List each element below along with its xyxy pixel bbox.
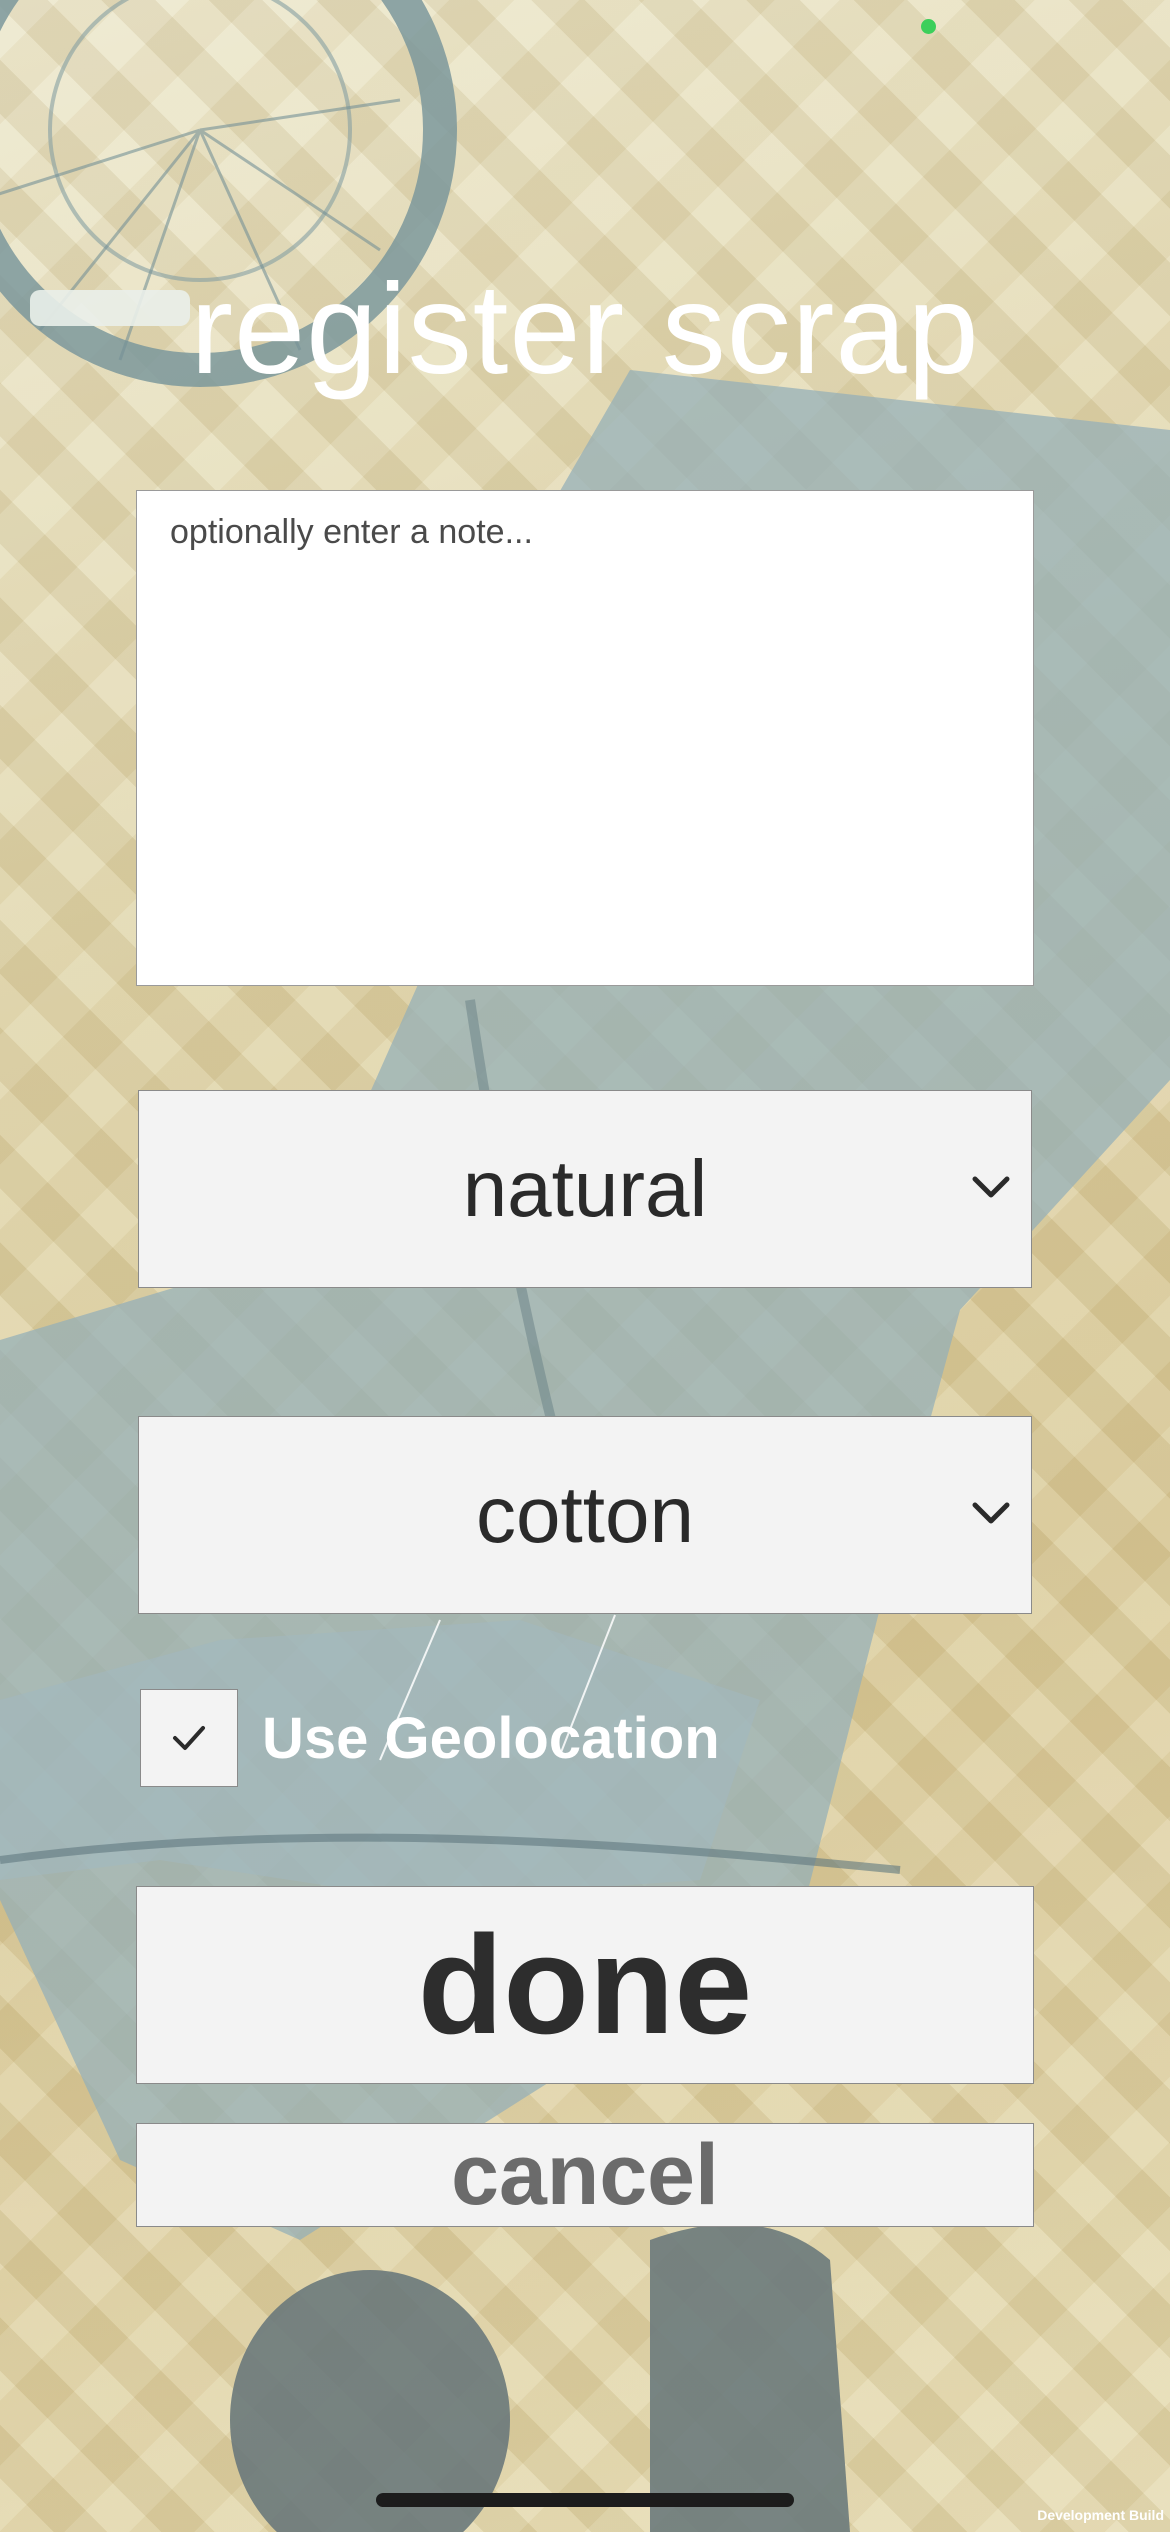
checkmark-icon [173,1726,205,1750]
home-indicator[interactable] [376,2493,794,2507]
note-input[interactable] [170,513,1000,963]
done-button[interactable]: done [136,1886,1034,2084]
note-field-container[interactable] [136,490,1034,986]
geolocation-label[interactable]: Use Geolocation [262,1705,720,1772]
geolocation-checkbox[interactable] [140,1689,238,1787]
scrap-type-dropdown[interactable]: natural [138,1090,1032,1288]
page-title: register scrap [190,258,980,401]
geolocation-row: Use Geolocation [140,1689,720,1787]
material-selected-value: cotton [476,1470,694,1559]
material-dropdown[interactable]: cotton [138,1416,1032,1614]
recording-indicator-dot [921,19,936,34]
cancel-button[interactable]: cancel [136,2123,1034,2227]
chevron-down-icon [972,1176,1010,1198]
scrap-type-selected-value: natural [462,1144,708,1233]
chevron-down-icon [972,1502,1010,1524]
development-build-label: Development Build [1037,2507,1164,2523]
